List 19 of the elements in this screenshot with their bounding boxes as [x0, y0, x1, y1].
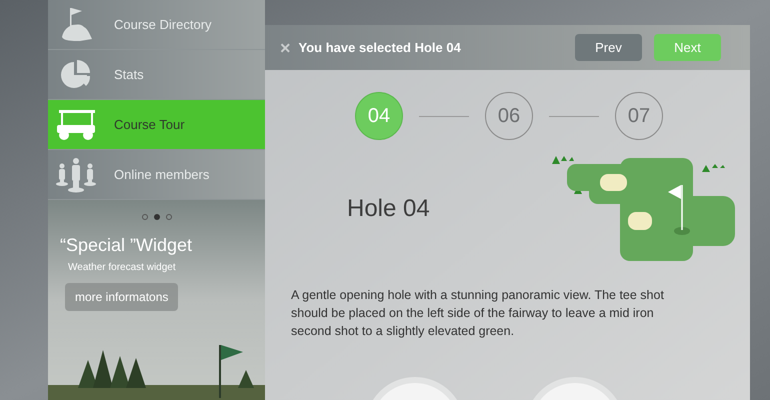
- hole-step[interactable]: 04: [355, 92, 403, 140]
- pie-chart-icon: [60, 58, 92, 90]
- close-button[interactable]: ×: [280, 38, 291, 56]
- hole-description: A gentle opening hole with a stunning panoramic view. The tee shot should be placed on the left side of the fairway to leave a mid iron second shot to a slightly elevated green.: [291, 287, 665, 340]
- sidebar-item[interactable]: Course Directory: [48, 0, 265, 50]
- people-icon: [55, 156, 97, 192]
- hole-title: Hole 04: [347, 194, 431, 224]
- next-button[interactable]: Next: [654, 34, 721, 61]
- widget-subtitle: Weather forecast widget: [68, 261, 177, 275]
- header-title: You have selected Hole 04: [298, 38, 461, 57]
- more-info-button[interactable]: more informatons: [65, 283, 178, 311]
- hole-step[interactable]: 06: [485, 92, 533, 140]
- sidebar-item[interactable]: Stats: [48, 50, 265, 100]
- hole-step[interactable]: 07: [615, 92, 663, 140]
- sidebar-item[interactable]: Course Tour: [48, 100, 265, 150]
- widget-title: “Special ”Widget: [60, 236, 194, 254]
- sidebar-item[interactable]: Online members: [48, 150, 265, 200]
- prev-button[interactable]: Prev: [575, 34, 642, 61]
- golf-cart-icon: [55, 108, 97, 140]
